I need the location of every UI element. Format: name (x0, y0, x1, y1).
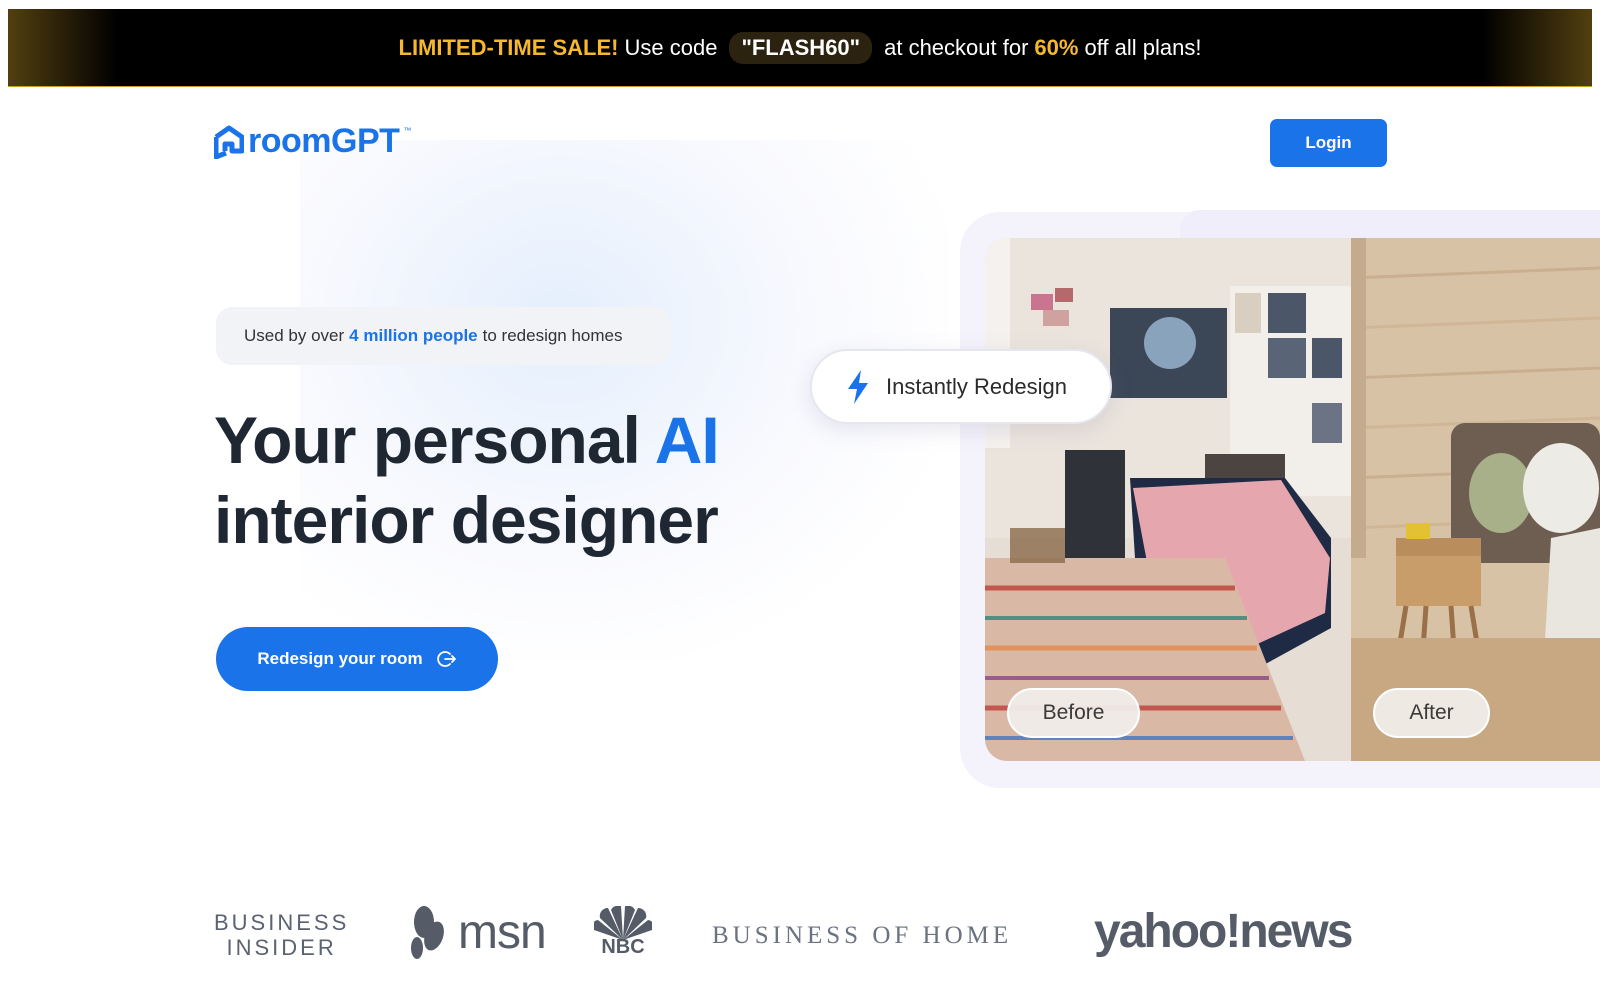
instantly-redesign-label: Instantly Redesign (886, 373, 1067, 399)
business-insider-line-2: INSIDER (226, 935, 337, 960)
logo[interactable]: roomGPT ™ (214, 122, 411, 161)
msn-logo: msn (406, 904, 547, 960)
business-of-home-logo: BUSINESS OF HOME (712, 922, 1013, 949)
after-room-image (1351, 238, 1600, 761)
redesign-room-label: Redesign your room (257, 649, 423, 668)
promo-code-badge: "FLASH60" (729, 31, 873, 64)
business-insider-line-1: BUSINESS (214, 910, 350, 935)
promo-checkout-text: at checkout for (884, 34, 1029, 60)
promo-banner: LIMITED-TIME SALE! Use code "FLASH60" at… (8, 9, 1592, 87)
login-button[interactable]: Login (1270, 119, 1387, 167)
yahoo-news-logo: yahoo!news (1094, 905, 1353, 958)
instantly-redesign-chip: Instantly Redesign (810, 349, 1112, 424)
comparison-frame-top (1180, 210, 1600, 240)
promo-percent: 60% (1034, 34, 1079, 60)
headline-ai: AI (654, 403, 720, 477)
press-logos: BUSINESS INSIDER msn NBC BUSINESS OF HOM… (214, 900, 1390, 972)
usage-suffix: to redesign homes (482, 326, 623, 345)
business-insider-logo: BUSINESS INSIDER (214, 910, 349, 960)
usage-prefix: Used by over (244, 326, 345, 345)
lightning-bolt-icon (848, 369, 868, 404)
before-label: Before (1007, 688, 1140, 738)
msn-text: msn (458, 905, 547, 959)
nbc-peacock-icon (594, 906, 652, 940)
house-logo-icon (214, 125, 244, 159)
headline-line-1: Your personal (214, 403, 641, 477)
usage-pill: Used by over 4 million people to redesig… (216, 307, 671, 365)
hero-headline: Your personal AI interior designer (214, 400, 720, 560)
headline-line-2: interior designer (214, 483, 719, 557)
after-label: After (1373, 688, 1490, 738)
promo-rest-text: off all plans! (1084, 34, 1202, 60)
promo-use-code-text: Use code (624, 34, 718, 60)
nbc-logo: NBC (594, 906, 652, 959)
redesign-room-button[interactable]: Redesign your room (216, 627, 498, 691)
nbc-text: NBC (601, 936, 645, 958)
before-room-image (985, 238, 1351, 761)
usage-highlight: 4 million people (349, 326, 478, 345)
arrow-right-circle-icon (436, 651, 456, 667)
logo-trademark: ™ (403, 126, 412, 135)
promo-sale-label: LIMITED-TIME SALE! (398, 34, 619, 60)
logo-text: roomGPT (248, 122, 400, 160)
msn-butterfly-icon (411, 906, 444, 959)
